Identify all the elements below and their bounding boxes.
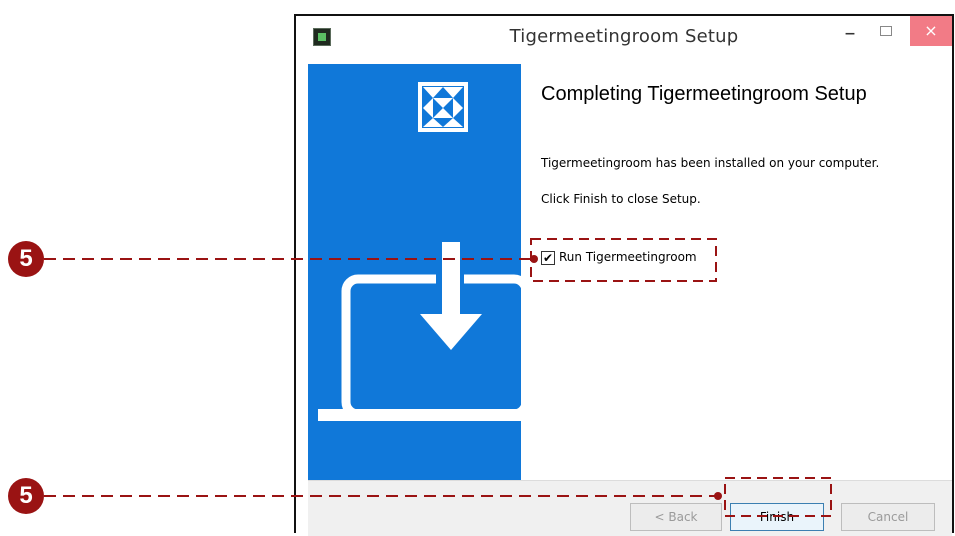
title-bar: Tigermeetingroom Setup – ×	[296, 16, 952, 63]
page-title: Completing Tigermeetingroom Setup	[541, 83, 867, 105]
maximize-button[interactable]	[870, 20, 902, 52]
finish-button[interactable]: Finish	[730, 503, 824, 531]
installer-banner	[308, 64, 521, 480]
content-pane: Completing Tigermeetingroom Setup Tigerm…	[522, 64, 952, 480]
banner-graphic	[318, 82, 521, 421]
run-app-label[interactable]: Run Tigermeetingroom	[559, 250, 697, 264]
close-button[interactable]: ×	[910, 16, 952, 46]
step-badge: 5	[8, 241, 44, 277]
setup-window: Tigermeetingroom Setup – × Completing Ti…	[294, 14, 954, 536]
laptop-download-icon	[318, 242, 521, 421]
button-bar: < Back Finish Cancel	[308, 480, 952, 536]
run-app-checkbox[interactable]: ✔	[541, 251, 555, 265]
installed-message: Tigermeetingroom has been installed on y…	[541, 156, 880, 170]
back-button[interactable]: < Back	[630, 503, 722, 531]
logo-icon	[418, 82, 468, 132]
minimize-button[interactable]: –	[834, 20, 866, 52]
step-badge: 5	[8, 478, 44, 514]
cancel-button[interactable]: Cancel	[841, 503, 935, 531]
finish-instruction: Click Finish to close Setup.	[541, 192, 701, 206]
